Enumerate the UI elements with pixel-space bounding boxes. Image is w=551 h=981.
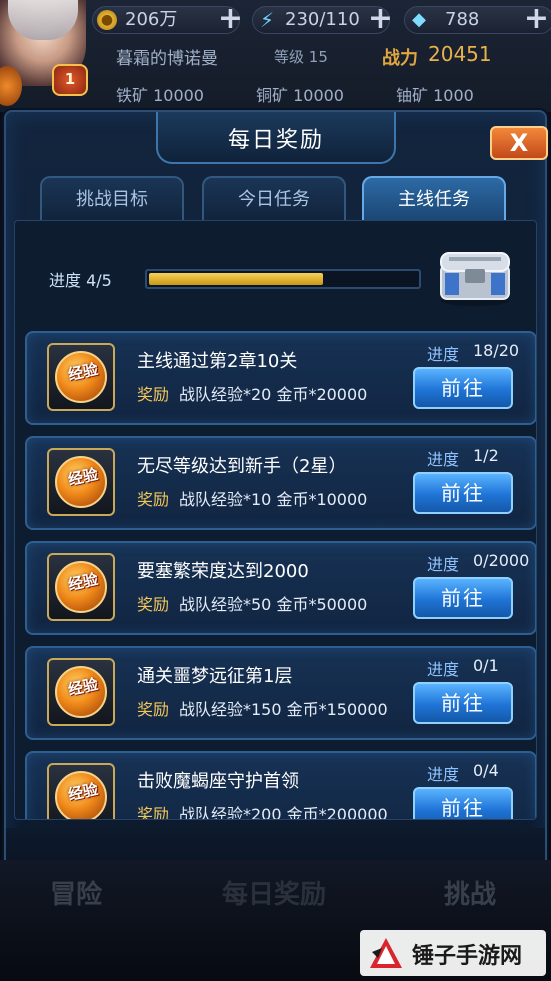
task-title: 通关噩梦远征第1层: [137, 666, 293, 687]
task-title: 主线通过第2章10关: [137, 351, 298, 372]
player-nickname: 暮霜的博诺曼: [116, 49, 218, 69]
overall-progress-bar: [145, 269, 421, 289]
exp-reward-icon: 经验: [47, 763, 115, 819]
avatar-hair: [8, 0, 78, 40]
task-reward-label: 奖励: [137, 595, 170, 614]
gold-value: 206万: [125, 9, 178, 30]
tab-daily-tasks[interactable]: 今日任务: [202, 176, 346, 222]
exp-reward-icon: 经验: [47, 658, 115, 726]
go-button[interactable]: 前往: [413, 787, 513, 819]
gold-counter: ● 206万 +: [92, 4, 243, 34]
task-reward: 战队经验*10 金币*10000: [179, 490, 368, 509]
task-reward: 战队经验*50 金币*50000: [179, 595, 368, 614]
go-button[interactable]: 前往: [413, 367, 513, 409]
nav-challenge[interactable]: 挑战: [444, 874, 496, 911]
task-progress: 1/2: [473, 446, 499, 465]
go-button[interactable]: 前往: [413, 472, 513, 514]
task-reward: 战队经验*200 金币*200000: [179, 805, 388, 820]
overall-progress-fill: [149, 273, 324, 285]
task-reward: 战队经验*150 金币*150000: [179, 700, 388, 719]
reward-chest-icon[interactable]: [435, 243, 515, 307]
task-title: 无尽等级达到新手（2星）: [137, 456, 347, 477]
task-progress-label: 进度: [427, 555, 460, 574]
go-button[interactable]: 前往: [413, 682, 513, 724]
task-reward: 战队经验*20 金币*20000: [179, 385, 368, 404]
gem-value: 788: [445, 9, 480, 30]
copper-ore: 铜矿 10000: [256, 86, 344, 105]
task-reward-label: 奖励: [137, 385, 170, 404]
tab-challenge-goals[interactable]: 挑战目标: [40, 176, 184, 222]
site-watermark: 锤子手游网: [360, 930, 546, 976]
exp-reward-icon: 经验: [47, 553, 115, 621]
task-card: 经验 无尽等级达到新手（2星） 奖励 战队经验*10 金币*10000 进度 1/2 前往: [25, 436, 536, 530]
add-energy-button[interactable]: +: [368, 4, 393, 34]
task-list: 经验 主线通过第2章10关 奖励 战队经验*20 金币*20000 进度 18/20 前往经…: [15, 331, 536, 820]
task-progress: 0/1: [473, 656, 499, 675]
close-button[interactable]: X: [490, 126, 548, 160]
exp-reward-icon: 经验: [47, 343, 115, 411]
task-card: 经验 主线通过第2章10关 奖励 战队经验*20 金币*20000 进度 18/20 前往: [25, 331, 536, 425]
power-label: 战力: [382, 48, 418, 69]
task-reward-label: 奖励: [137, 700, 170, 719]
diamond-icon: ◆: [412, 9, 426, 30]
nav-daily-reward[interactable]: 每日奖励: [222, 874, 326, 911]
task-card: 经验 击败魔蝎座守护首领奖励 战队经验*200 金币*200000 进度 0/4 前往: [25, 751, 536, 820]
level-label: 等级 15: [274, 46, 328, 67]
add-gold-button[interactable]: +: [218, 4, 243, 34]
daily-reward-modal: 每日奖励 X 挑战目标 今日任务 主线任务 进度 4/5 经验 主线通过第2章10…: [4, 110, 548, 880]
modal-title: 每日奖励: [227, 128, 324, 153]
task-card: 经验 要塞繁荣度达到2000 奖励 战队经验*50 金币*50000 进度 0/2000 前…: [25, 541, 536, 635]
energy-counter: ⚡ 230/110 +: [252, 4, 393, 34]
task-progress-label: 进度: [427, 765, 460, 784]
task-progress: 18/20: [473, 341, 520, 360]
task-progress: 0/4: [473, 761, 499, 780]
top-hud: 1 ● 206万 + ⚡ 230/110 + ◆ 788 + 暮霜的博诺曼 等级…: [0, 0, 551, 112]
watermark-text: 锤子手游网: [412, 944, 523, 969]
level-label-text: 等级: [274, 48, 305, 66]
task-reward-label: 奖励: [137, 805, 170, 820]
watermark-logo-icon: [370, 938, 402, 968]
add-gem-button[interactable]: +: [524, 4, 549, 34]
go-button[interactable]: 前往: [413, 577, 513, 619]
game-screen: 1 ● 206万 + ⚡ 230/110 + ◆ 788 + 暮霜的博诺曼 等级…: [0, 0, 551, 981]
uranium-ore: 铀矿 1000: [396, 86, 474, 105]
iron-ore: 铁矿 10000: [116, 86, 204, 105]
task-progress-label: 进度: [427, 345, 460, 364]
gem-counter: ◆ 788 +: [404, 4, 551, 34]
task-progress: 0/2000: [473, 551, 530, 570]
task-card: 经验 通关噩梦远征第1层 奖励 战队经验*150 金币*150000 进度 0/1 前往: [25, 646, 536, 740]
tab-content: 进度 4/5 经验 主线通过第2章10关 奖励 战队经验*20 金币*20000 进度 1…: [14, 220, 537, 820]
level-value: 15: [308, 48, 328, 66]
gold-coin-icon: ●: [97, 10, 117, 30]
lightning-icon: ⚡: [259, 8, 275, 32]
task-progress-label: 进度: [427, 450, 460, 469]
vip-badge[interactable]: 1: [52, 64, 88, 96]
task-progress-label: 进度: [427, 660, 460, 679]
nav-adventure[interactable]: 冒险: [50, 874, 102, 911]
tab-main-quests[interactable]: 主线任务: [362, 176, 506, 222]
task-title: 击败魔蝎座守护首领: [137, 771, 299, 792]
power-value: 20451: [428, 42, 492, 66]
energy-value: 230/110: [285, 9, 360, 30]
task-reward-label: 奖励: [137, 490, 170, 509]
task-title: 要塞繁荣度达到2000: [137, 561, 309, 582]
overall-progress-label: 进度 4/5: [49, 271, 112, 290]
exp-reward-icon: 经验: [47, 448, 115, 516]
